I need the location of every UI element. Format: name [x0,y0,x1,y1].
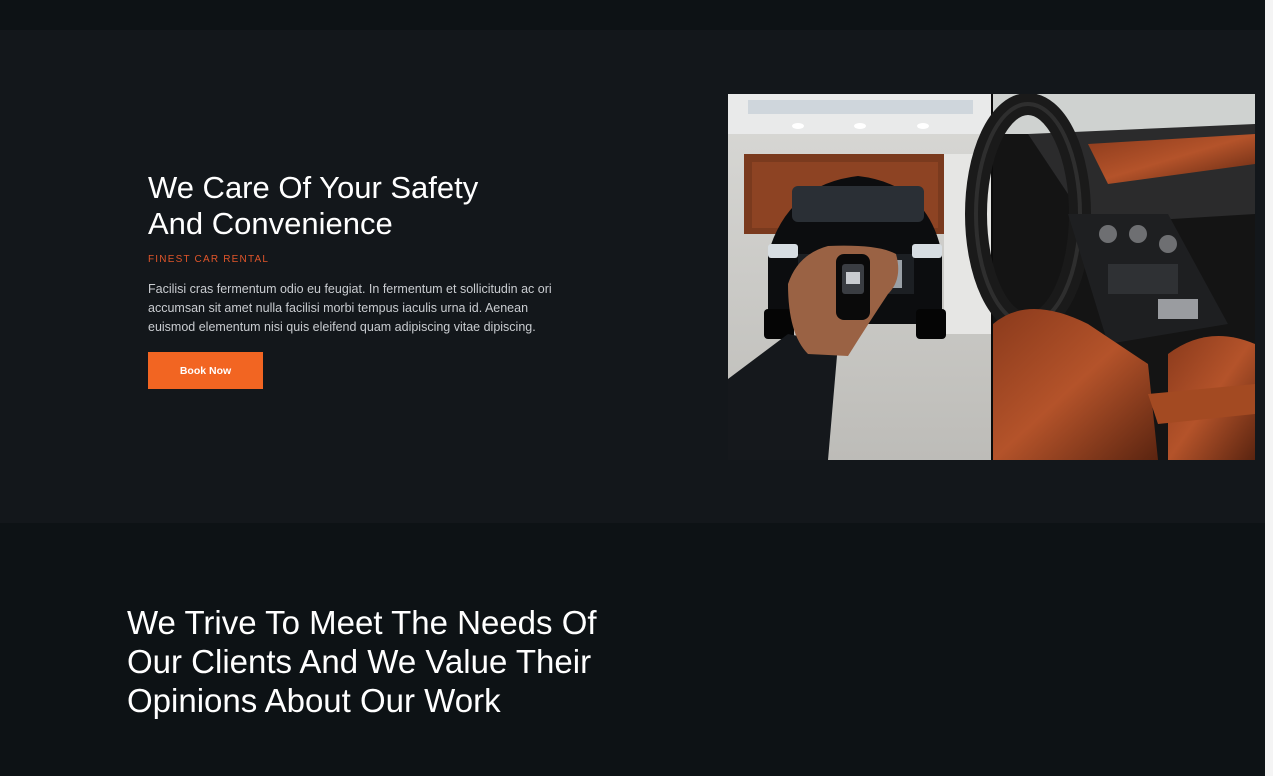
testimonials-title-line2: Our Clients And We Value Their [127,643,592,680]
hero-title-line1: We Care Of Your Safety [148,170,479,205]
hero-kicker: FINEST CAR RENTAL [148,254,270,265]
scrollbar-track[interactable] [1265,0,1273,776]
book-now-button[interactable]: Book Now [148,352,263,389]
testimonials-title-line3: Opinions About Our Work [127,682,501,719]
top-strip [0,0,1273,30]
hero-description: Facilisi cras fermentum odio eu feugiat.… [148,282,552,334]
hero-photo-illustration [728,94,1255,460]
hero-title-line2: And Convenience [148,206,393,241]
testimonials-title: We Trive To Meet The Needs Of Our Client… [127,603,647,720]
car-interior-photo [965,94,1255,460]
hero-title: We Care Of Your Safety And Convenience [148,170,568,242]
testimonials-title-line1: We Trive To Meet The Needs Of [127,604,597,641]
hero-photo-gallery [728,94,1255,460]
car-key-garage-photo [728,94,991,460]
hero-section: We Care Of Your Safety And Convenience F… [0,30,1265,523]
